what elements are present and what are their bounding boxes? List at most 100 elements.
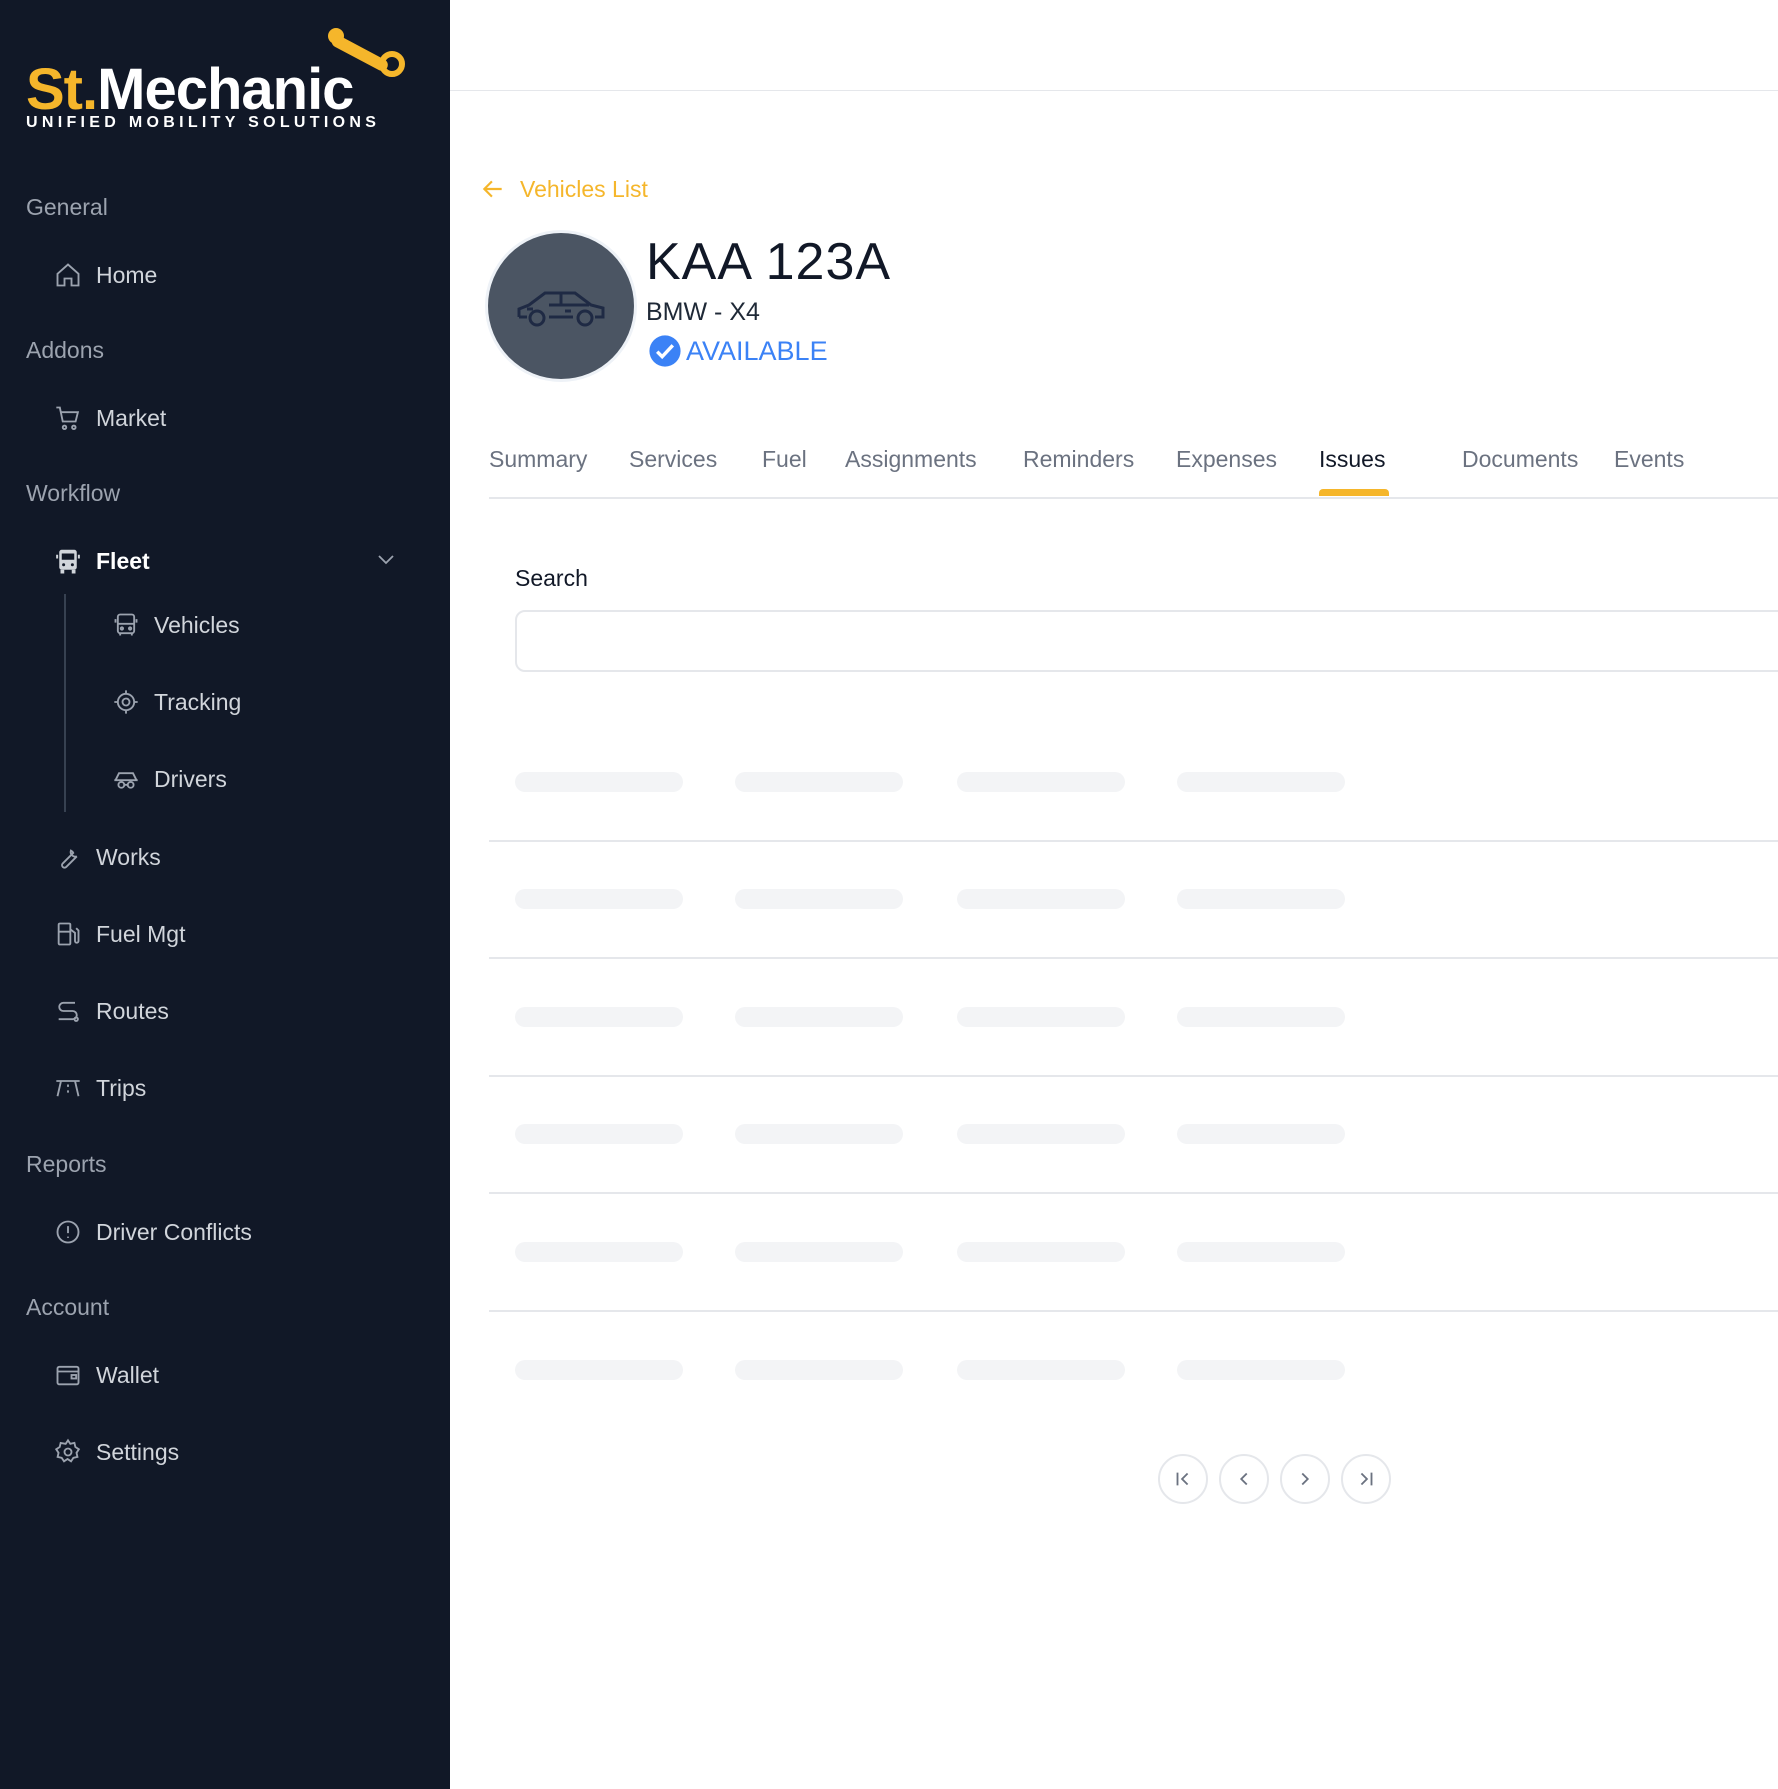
last-page-button[interactable] [1341, 1454, 1391, 1504]
sidebar-item-home[interactable]: Home [52, 255, 157, 295]
sidebar-item-driver-conflicts[interactable]: Driver Conflicts [52, 1212, 252, 1252]
skeleton-cell [957, 889, 1125, 909]
vehicle-plate: KAA 123A [646, 233, 892, 291]
table-row [489, 1075, 1778, 1194]
sidebar-item-label: Fleet [96, 547, 150, 574]
brand-wordmark: St.Mechanic [26, 56, 354, 123]
chevron-last-icon [1360, 1472, 1373, 1486]
tab-summary[interactable]: Summary [489, 446, 587, 473]
tab-reminders[interactable]: Reminders [1023, 446, 1134, 473]
back-to-vehicles-link[interactable]: Vehicles List [480, 172, 648, 206]
wallet-icon [52, 1359, 84, 1391]
skeleton-cell [515, 1360, 683, 1380]
vehicle-status-text: AVAILABLE [686, 335, 828, 366]
skeleton-cell [735, 772, 903, 792]
next-page-button[interactable] [1280, 1454, 1330, 1504]
tab-fuel[interactable]: Fuel [762, 446, 807, 473]
back-link-label: Vehicles List [520, 175, 648, 202]
skeleton-cell [735, 1360, 903, 1380]
section-general: General [26, 194, 108, 220]
skeleton-cell [957, 1242, 1125, 1262]
skeleton-cell [515, 1124, 683, 1144]
chevron-first-icon [1176, 1472, 1189, 1486]
sidebar-item-label: Works [96, 843, 161, 870]
skeleton-cell [957, 772, 1125, 792]
sidebar-item-vehicles[interactable]: Vehicles [110, 605, 240, 645]
search-label: Search [515, 565, 588, 591]
tab-documents[interactable]: Documents [1462, 446, 1578, 473]
home-icon [52, 259, 84, 291]
tab-services[interactable]: Services [629, 446, 717, 473]
vehicle-tabs: Summary Services Fuel Assignments Remind… [489, 440, 1778, 499]
sidebar-item-label: Vehicles [154, 611, 240, 638]
table-row [489, 723, 1778, 842]
first-page-button[interactable] [1158, 1454, 1208, 1504]
bus-icon [110, 609, 142, 641]
skeleton-cell [515, 772, 683, 792]
car-icon [517, 291, 605, 327]
chevron-right-icon [1301, 1472, 1310, 1486]
sidebar-item-fuel-mgt[interactable]: Fuel Mgt [52, 914, 185, 954]
tab-events[interactable]: Events [1614, 446, 1684, 473]
skeleton-cell [735, 1242, 903, 1262]
chevron-left-icon [1239, 1472, 1248, 1486]
sidebar-item-routes[interactable]: Routes [52, 991, 169, 1031]
section-account: Account [26, 1294, 110, 1320]
arrow-left-icon [480, 176, 506, 202]
vehicle-model: BMW - X4 [646, 298, 760, 326]
skeleton-cell [735, 889, 903, 909]
sidebar-item-tracking[interactable]: Tracking [110, 682, 241, 722]
check-circle-icon [648, 334, 682, 368]
sidebar-item-label: Wallet [96, 1361, 160, 1388]
sidebar-item-works[interactable]: Works [52, 837, 161, 877]
chevron-down-icon[interactable] [374, 547, 398, 571]
skeleton-cell [515, 889, 683, 909]
skeleton-cell [957, 1007, 1125, 1027]
skeleton-cell [1177, 1007, 1345, 1027]
table-row [489, 958, 1778, 1077]
sidebar-item-label: Routes [96, 997, 169, 1024]
fuel-pump-icon [52, 918, 84, 950]
section-reports: Reports [26, 1151, 107, 1177]
skeleton-cell [515, 1242, 683, 1262]
sidebar-item-trips[interactable]: Trips [52, 1068, 146, 1108]
active-tab-indicator [1319, 489, 1389, 496]
brand-tagline: UNIFIED MOBILITY SOLUTIONS [26, 114, 381, 131]
sidebar-item-label: Driver Conflicts [96, 1218, 252, 1245]
sidebar-item-settings[interactable]: Settings [52, 1432, 179, 1472]
sidebar-item-label: Settings [96, 1438, 180, 1465]
skeleton-cell [957, 1124, 1125, 1144]
table-row [489, 1193, 1778, 1312]
wrench-icon [52, 841, 84, 873]
section-workflow: Workflow [26, 480, 121, 506]
top-bar [450, 0, 1778, 91]
skeleton-cell [515, 1007, 683, 1027]
brand-name-mechanic: Mechanic [97, 57, 354, 122]
sidebar: St.Mechanic UNIFIED MOBILITY SOLUTIONS G… [0, 0, 450, 1789]
road-icon [52, 1072, 84, 1104]
sidebar-item-wallet[interactable]: Wallet [52, 1355, 159, 1395]
brand-name-st: St. [26, 57, 98, 122]
sidebar-item-label: Tracking [154, 688, 242, 715]
vehicle-status-badge: AVAILABLE [648, 334, 828, 368]
submenu-divider [64, 594, 66, 812]
skeleton-cell [1177, 889, 1345, 909]
sidebar-item-market[interactable]: Market [52, 398, 166, 438]
skeleton-cell [735, 1007, 903, 1027]
tab-expenses[interactable]: Expenses [1176, 446, 1277, 473]
sidebar-item-label: Market [96, 404, 167, 431]
sidebar-item-fleet[interactable]: Fleet [52, 541, 150, 581]
sidebar-item-drivers[interactable]: Drivers [110, 759, 227, 799]
tab-assignments[interactable]: Assignments [845, 446, 977, 473]
sidebar-item-label: Fuel Mgt [96, 920, 186, 947]
tab-issues[interactable]: Issues [1319, 446, 1385, 473]
table-row [489, 1311, 1778, 1428]
sidebar-item-label: Home [96, 261, 158, 288]
section-addons: Addons [26, 337, 105, 363]
previous-page-button[interactable] [1219, 1454, 1269, 1504]
skeleton-cell [735, 1124, 903, 1144]
search-input[interactable] [515, 610, 1778, 672]
brand-logo[interactable]: St.Mechanic UNIFIED MOBILITY SOLUTIONS [26, 26, 426, 136]
sidebar-item-label: Trips [96, 1074, 147, 1101]
bus-icon [52, 545, 84, 577]
